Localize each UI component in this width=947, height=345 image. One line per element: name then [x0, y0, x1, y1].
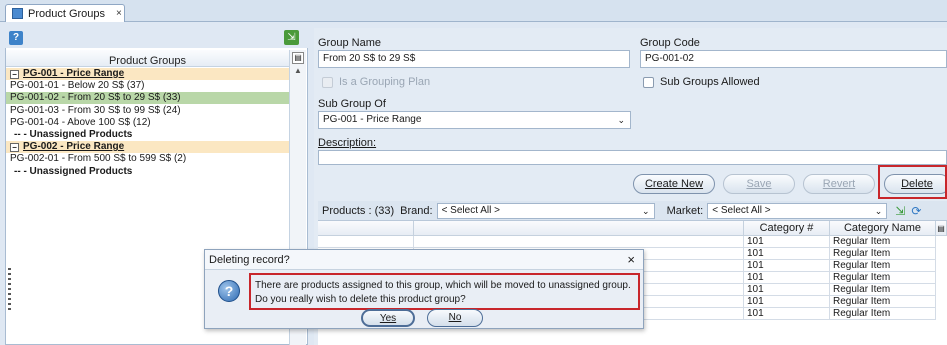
- splitter-grip[interactable]: [8, 268, 11, 312]
- grid-cell-cat-name[interactable]: Regular Item: [830, 260, 936, 272]
- collapse-icon[interactable]: −: [10, 143, 19, 153]
- tree-item-row[interactable]: -- - Unassigned Products: [6, 129, 289, 141]
- market-select[interactable]: < Select All > ⌄: [707, 202, 888, 219]
- checkbox-box: [322, 76, 333, 88]
- tree-item-row[interactable]: -- - Unassigned Products: [6, 166, 289, 178]
- grid-cell-cat[interactable]: 101: [744, 308, 830, 320]
- tab-label: Product Groups: [28, 7, 106, 20]
- tree-row-label: PG-001-01 - Below 20 S$ (37): [10, 80, 145, 92]
- grid-cell-cat-name[interactable]: Regular Item: [830, 308, 936, 320]
- column-header-code[interactable]: [318, 221, 414, 236]
- close-icon[interactable]: ×: [627, 252, 635, 267]
- grid-cell-cat-name[interactable]: Regular Item: [830, 284, 936, 296]
- description-label: Description:: [318, 137, 377, 149]
- description-field[interactable]: [318, 150, 947, 165]
- create-new-button[interactable]: Create New: [633, 174, 715, 194]
- sub-groups-checkbox[interactable]: Sub Groups Allowed: [643, 76, 760, 88]
- tree-item-row[interactable]: PG-001-02 - From 20 S$ to 29 S$ (33): [6, 92, 289, 105]
- group-name-label: Group Name: [318, 37, 381, 49]
- table-icon: [12, 8, 23, 19]
- products-filter-bar: Products : (33) Brand: < Select All > ⌄ …: [318, 201, 947, 221]
- tab-bar: [0, 0, 947, 22]
- delete-confirm-dialog: Deleting record? × ? There are products …: [204, 249, 644, 329]
- grid-cell-cat-name[interactable]: Regular Item: [830, 272, 936, 284]
- refresh-icon[interactable]: ⟳: [911, 204, 921, 218]
- tree-row-label: PG-001-03 - From 30 S$ to 99 S$ (24): [10, 104, 181, 116]
- grid-cell-cat[interactable]: 101: [744, 296, 830, 308]
- grid-cell-cat[interactable]: 101: [744, 236, 830, 248]
- chevron-down-icon: ⌄: [617, 115, 625, 125]
- tree-row-label: PG-001-02 - From 20 S$ to 29 S$ (33): [10, 92, 181, 104]
- checkbox-box: [643, 76, 654, 88]
- products-count: Products : (33): [322, 204, 395, 217]
- tree-row-label: PG-002 - Price Range: [23, 141, 125, 153]
- question-icon: ?: [218, 280, 240, 302]
- tab-product-groups[interactable]: Product Groups ×: [5, 4, 125, 22]
- market-value: < Select All >: [712, 204, 771, 216]
- sub-groups-label: Sub Groups Allowed: [660, 76, 760, 88]
- export-icon[interactable]: ⇲: [284, 30, 299, 45]
- group-code-field[interactable]: PG-001-02: [640, 50, 947, 68]
- column-config-icon[interactable]: ▤: [292, 52, 304, 64]
- tree-row-label: PG-001-04 - Above 100 S$ (12): [10, 116, 151, 128]
- sub-group-of-select[interactable]: PG-001 - Price Range ⌄: [318, 111, 631, 129]
- grid-cell-cat[interactable]: 101: [744, 272, 830, 284]
- grid-cell-cat-name[interactable]: Regular Item: [830, 248, 936, 260]
- tree-toolbar: [5, 28, 308, 48]
- tree-item-row[interactable]: PG-001-04 - Above 100 S$ (12): [6, 117, 289, 129]
- dialog-title: Deleting record?: [205, 250, 643, 270]
- column-header-name[interactable]: [414, 221, 744, 236]
- chevron-down-icon: ⌄: [874, 205, 883, 216]
- sub-group-of-value: PG-001 - Price Range: [323, 114, 422, 125]
- collapse-icon[interactable]: −: [10, 70, 19, 79]
- grid-cell-cat[interactable]: 101: [744, 248, 830, 260]
- tree-row-label: PG-001 - Price Range: [23, 68, 125, 79]
- grid-cell-code[interactable]: [318, 236, 414, 248]
- yes-button[interactable]: Yes: [361, 309, 415, 327]
- group-name-field[interactable]: From 20 S$ to 29 S$: [318, 50, 630, 68]
- grid-cell-cat-name[interactable]: Regular Item: [830, 296, 936, 308]
- help-icon[interactable]: ?: [9, 31, 23, 45]
- sub-group-of-label: Sub Group Of: [318, 98, 386, 110]
- tree-item-row[interactable]: PG-001-03 - From 30 S$ to 99 S$ (24): [6, 105, 289, 117]
- grid-cell-cat-name[interactable]: Regular Item: [830, 236, 936, 248]
- brand-value: < Select All >: [441, 204, 500, 216]
- grid-cell-cat[interactable]: 101: [744, 260, 830, 272]
- dialog-message-line-1: There are products assigned to this grou…: [255, 280, 631, 291]
- grid-cell-name[interactable]: [414, 236, 744, 248]
- brand-select[interactable]: < Select All > ⌄: [436, 202, 655, 219]
- brand-label: Brand:: [400, 204, 433, 217]
- tree-row-label: -- - Unassigned Products: [14, 165, 133, 177]
- tree-group-row[interactable]: − PG-002 - Price Range: [6, 141, 289, 154]
- grouping-plan-checkbox[interactable]: Is a Grouping Plan: [322, 76, 430, 88]
- delete-highlight: [878, 165, 947, 199]
- tree-group-row[interactable]: − PG-001 - Price Range: [6, 68, 289, 80]
- scroll-up-icon[interactable]: ▲: [294, 66, 302, 75]
- grid-cell-cat[interactable]: 101: [744, 284, 830, 296]
- market-label: Market:: [666, 204, 704, 217]
- revert-button[interactable]: Revert: [803, 174, 875, 194]
- tree-item-row[interactable]: PG-002-01 - From 500 S$ to 599 S$ (2): [6, 153, 289, 165]
- save-button[interactable]: Save: [723, 174, 795, 194]
- dialog-message: There are products assigned to this grou…: [249, 273, 640, 310]
- chevron-down-icon: ⌄: [642, 205, 650, 216]
- column-header-category-name[interactable]: Category Name: [830, 221, 936, 236]
- dialog-message-line-2: Do you really wish to delete this produc…: [255, 294, 466, 305]
- no-button[interactable]: No: [427, 309, 483, 327]
- group-code-label: Group Code: [640, 37, 700, 49]
- grouping-plan-label: Is a Grouping Plan: [339, 76, 431, 88]
- tree-row-label: -- - Unassigned Products: [14, 129, 133, 140]
- export-excel-icon[interactable]: ⇲: [895, 204, 905, 218]
- column-config-icon[interactable]: ▤: [936, 221, 947, 236]
- column-header-category-number[interactable]: Category #: [744, 221, 830, 236]
- tab-close-icon[interactable]: ×: [116, 8, 122, 19]
- tree-row-label: PG-002-01 - From 500 S$ to 599 S$ (2): [10, 153, 187, 165]
- tree-header: Product Groups: [6, 50, 289, 67]
- tree-item-row[interactable]: PG-001-01 - Below 20 S$ (37): [6, 80, 289, 92]
